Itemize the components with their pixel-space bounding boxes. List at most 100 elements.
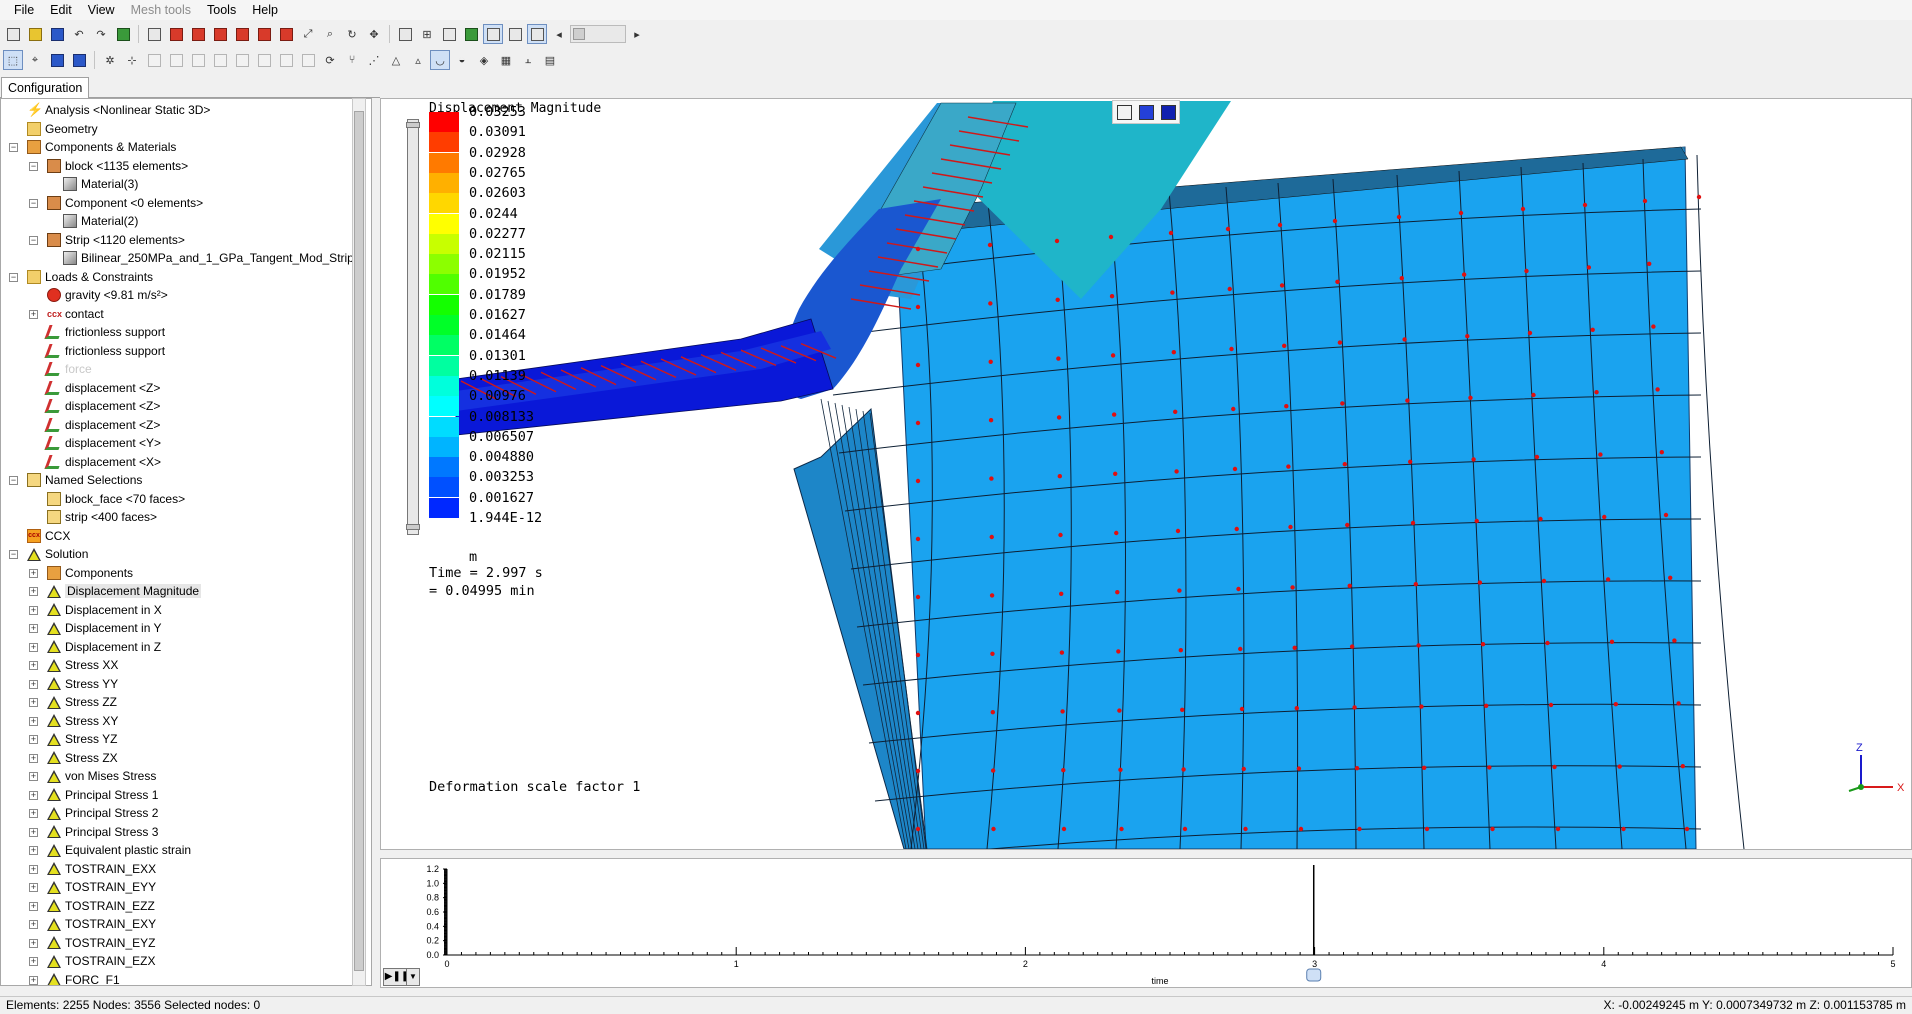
tree-item[interactable]: TOSTRAIN_EYY xyxy=(47,878,156,896)
scroll-left-icon[interactable]: ◂ xyxy=(549,24,569,44)
tree-expander-plus[interactable]: + xyxy=(29,790,38,800)
tree-item[interactable]: Equivalent plastic strain xyxy=(47,841,191,859)
legend-top-knob[interactable] xyxy=(406,122,420,128)
tree-item[interactable]: Stress XX xyxy=(47,656,118,674)
tree-expander-plus[interactable]: + xyxy=(29,846,38,855)
tree-item[interactable]: Displacement in Z xyxy=(47,638,161,656)
shaded-edges-icon[interactable] xyxy=(527,24,547,44)
tree-expander-plus[interactable]: + xyxy=(29,772,38,781)
tree-item[interactable]: displacement <X> xyxy=(44,453,161,471)
menu-help[interactable]: Help xyxy=(244,0,286,20)
tree-scrollbar[interactable] xyxy=(352,98,366,986)
triangle-outline-icon[interactable]: ▵ xyxy=(408,50,428,70)
tree-expander-plus[interactable]: + xyxy=(29,735,38,744)
tet-icon[interactable] xyxy=(188,50,208,70)
tree-item[interactable]: FORC_F1 xyxy=(47,971,120,985)
tree-expander-plus[interactable]: + xyxy=(29,605,38,615)
tree-expander-plus[interactable]: + xyxy=(29,753,38,763)
tree-item[interactable]: Material(2) xyxy=(63,212,138,230)
tree-item[interactable]: Displacement Magnitude xyxy=(47,582,202,600)
tree-expander-plus[interactable]: + xyxy=(29,661,38,670)
tab-configuration[interactable]: Configuration xyxy=(1,77,90,98)
sweep-icon[interactable] xyxy=(298,50,318,70)
tree-item[interactable]: block_face <70 faces> xyxy=(47,490,185,508)
iso-view-icon[interactable] xyxy=(144,24,164,44)
tree-expander-minus[interactable]: − xyxy=(9,272,18,282)
tree-item[interactable]: ⚡ Analysis <Nonlinear Static 3D> xyxy=(27,101,210,119)
tree-item[interactable]: Components xyxy=(47,564,133,582)
tree-item[interactable]: frictionless support xyxy=(44,323,165,341)
animation-slider[interactable] xyxy=(570,25,626,43)
shaded-icon[interactable] xyxy=(483,24,503,44)
tree-expander-minus[interactable]: − xyxy=(29,161,38,171)
tree-item[interactable]: displacement <Y> xyxy=(44,434,161,452)
select-face-icon[interactable] xyxy=(69,50,89,70)
zoom-icon[interactable]: ⌕ xyxy=(320,24,340,44)
tree-item[interactable]: ccx CCX xyxy=(27,527,70,545)
timeline-plot[interactable]: time 1.2 1.0 0.8 0.6 0.4 0.2 0.0 0 1 2 3 4 5 xyxy=(380,858,1912,988)
back-view-icon[interactable] xyxy=(188,24,208,44)
select-icon[interactable]: ⬚ xyxy=(3,50,23,70)
tree-item[interactable]: Solution xyxy=(27,545,88,563)
tree-item[interactable]: TOSTRAIN_EZX xyxy=(47,952,155,970)
mesh-view[interactable] xyxy=(381,99,1911,849)
front-view-icon[interactable] xyxy=(166,24,186,44)
tree-item[interactable]: displacement <Z> xyxy=(44,416,160,434)
tree-expander-minus[interactable]: − xyxy=(9,550,18,559)
tree-item[interactable]: gravity <9.81 m/s²> xyxy=(47,286,168,304)
open-folder-icon[interactable] xyxy=(25,24,45,44)
branch-icon[interactable]: ⑂ xyxy=(342,50,362,70)
bottom-view-icon[interactable] xyxy=(232,24,252,44)
tree-item[interactable]: Stress ZZ xyxy=(47,693,117,711)
left-view-icon[interactable] xyxy=(254,24,274,44)
tree-item[interactable]: ccx contact xyxy=(47,305,104,323)
tree-expander-plus[interactable]: + xyxy=(29,883,38,892)
tree-item[interactable]: strip <400 faces> xyxy=(47,508,157,526)
tree-expander-plus[interactable]: + xyxy=(29,920,38,929)
tree-expander-plus[interactable]: + xyxy=(29,975,38,985)
tree-expander-plus[interactable]: + xyxy=(29,679,38,689)
grid-icon[interactable]: ▦ xyxy=(496,50,516,70)
tree-expander-plus[interactable]: + xyxy=(29,957,38,966)
chart-icon[interactable]: ⫠ xyxy=(518,50,538,70)
clipping-icon[interactable]: ⊞ xyxy=(417,24,437,44)
tree-item[interactable]: Named Selections xyxy=(27,471,142,489)
panel-splitter[interactable] xyxy=(372,98,380,986)
surface-icon[interactable] xyxy=(461,24,481,44)
tree-expander-plus[interactable]: + xyxy=(29,716,38,726)
legend-range-slider[interactable] xyxy=(406,119,420,535)
tree-expander-plus[interactable]: + xyxy=(29,901,38,911)
tree-item[interactable]: Principal Stress 3 xyxy=(47,823,158,841)
save-icon[interactable] xyxy=(47,24,67,44)
tree-expander-plus[interactable]: + xyxy=(29,624,38,633)
tree-expander-plus[interactable]: + xyxy=(29,309,38,319)
zoom-fit-icon[interactable]: ⤢ xyxy=(298,24,318,44)
tree-expander-minus[interactable]: − xyxy=(29,235,38,245)
redo-icon[interactable]: ↷ xyxy=(91,24,111,44)
tree-item[interactable]: Components & Materials xyxy=(27,138,176,156)
3d-viewport[interactable]: Displacement Magnitude 0.03253 0.03091 0.0… xyxy=(380,98,1912,850)
wireframe-cube-icon[interactable] xyxy=(1116,104,1132,120)
tree-item[interactable]: Stress YZ xyxy=(47,730,117,748)
undo-icon[interactable]: ↶ xyxy=(69,24,89,44)
tree-item[interactable]: Stress ZX xyxy=(47,749,118,767)
menu-tools[interactable]: Tools xyxy=(199,0,244,20)
merge-icon[interactable] xyxy=(232,50,252,70)
result-surface-icon[interactable]: ◡ xyxy=(430,50,450,70)
menu-edit[interactable]: Edit xyxy=(42,0,80,20)
right-view-icon[interactable] xyxy=(276,24,296,44)
tree-item[interactable]: frictionless support xyxy=(44,342,165,360)
tree-item[interactable]: TOSTRAIN_EZZ xyxy=(47,897,155,915)
tree-expander-minus[interactable]: − xyxy=(29,198,38,208)
tree-expander-plus[interactable]: + xyxy=(29,568,38,578)
top-view-icon[interactable] xyxy=(210,24,230,44)
tree-item[interactable]: Stress YY xyxy=(47,675,118,693)
select-node-icon[interactable]: ⌖ xyxy=(25,50,45,70)
tree-item[interactable]: displacement <Z> xyxy=(44,379,160,397)
mesh-split-icon[interactable] xyxy=(210,50,230,70)
tree-item[interactable]: Displacement in X xyxy=(47,601,162,619)
select-element-icon[interactable] xyxy=(47,50,67,70)
menu-file[interactable]: File xyxy=(6,0,42,20)
new-file-icon[interactable] xyxy=(3,24,23,44)
print-icon[interactable] xyxy=(395,24,415,44)
